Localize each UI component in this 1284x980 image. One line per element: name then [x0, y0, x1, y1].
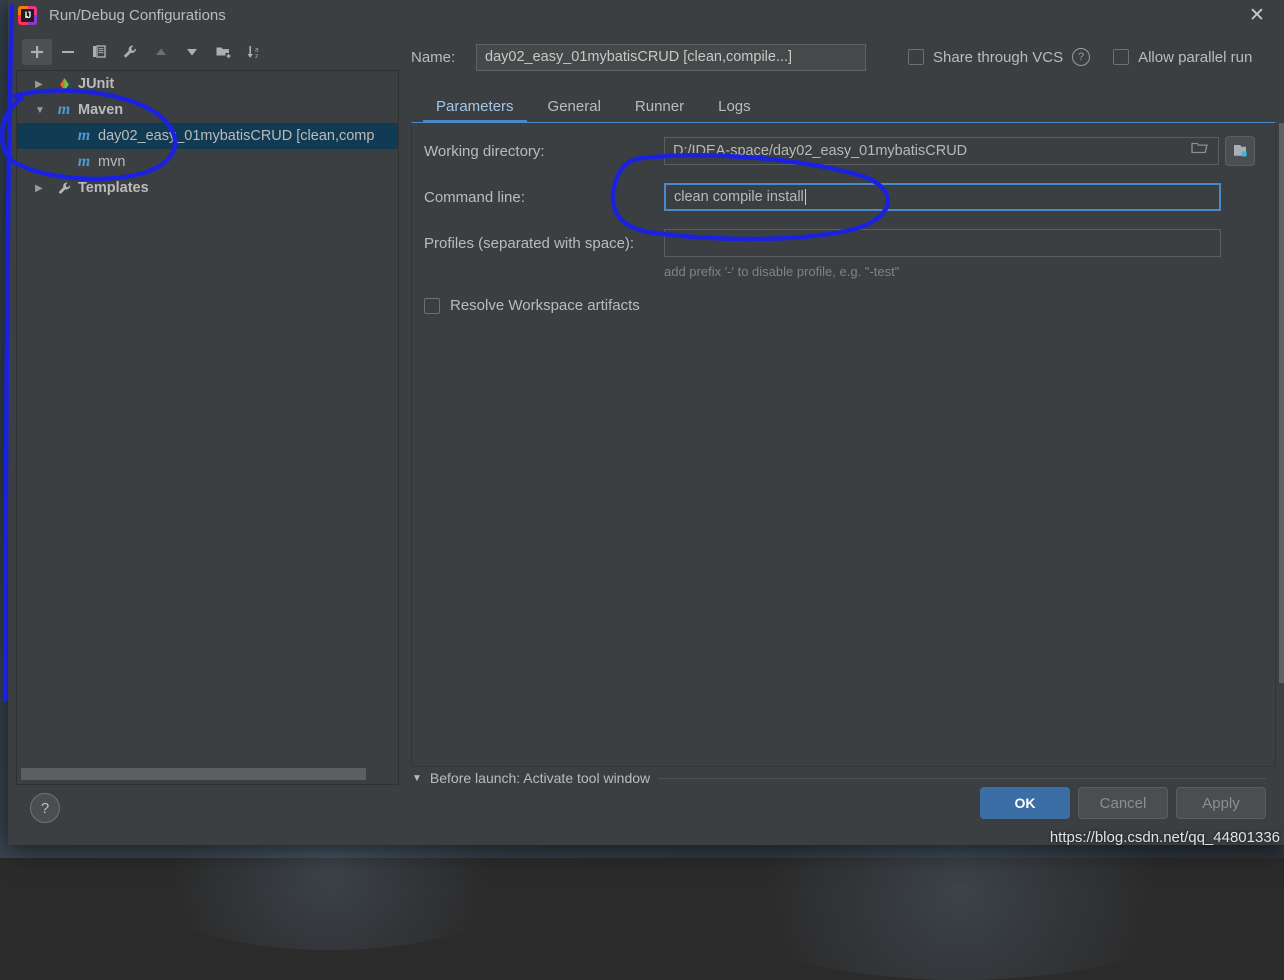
profiles-label: Profiles (separated with space): — [424, 234, 635, 252]
tree-node-templates[interactable]: ▶ Templates — [17, 175, 398, 201]
tab-runner[interactable]: Runner — [618, 98, 701, 123]
allow-parallel-run-checkbox[interactable] — [1113, 49, 1130, 65]
resolve-workspace-artifacts-checkbox[interactable] — [424, 297, 440, 314]
insert-macro-icon — [1233, 145, 1247, 157]
chevron-right-icon[interactable]: ▶ — [35, 183, 51, 194]
dialog-titlebar: IJ Run/Debug Configurations ✕ — [8, 0, 1284, 30]
chevron-right-icon[interactable]: ▶ — [35, 79, 51, 90]
command-line-value: clean compile install — [674, 189, 804, 205]
triangle-down-icon[interactable]: ▼ — [412, 773, 422, 784]
ok-button[interactable]: OK — [980, 787, 1070, 819]
name-row-options: Share through VCS ? Allow parallel run — [908, 48, 1252, 66]
working-directory-label: Working directory: — [424, 142, 545, 160]
maven-m-icon: m — [57, 101, 71, 118]
scrollbar-thumb[interactable] — [21, 768, 366, 780]
watermark-url: https://blog.csdn.net/qq_44801336 — [1049, 829, 1280, 846]
maven-m-icon: m — [77, 153, 91, 170]
tree-node-label: JUnit — [78, 76, 115, 92]
arrow-down-icon — [187, 49, 197, 56]
apply-button[interactable]: Apply — [1176, 787, 1266, 819]
remove-configuration-button[interactable] — [53, 39, 83, 65]
cancel-button[interactable]: Cancel — [1078, 787, 1168, 819]
folder-add-icon — [216, 47, 231, 59]
move-up-button[interactable] — [146, 39, 176, 65]
tree-node-day02-easy-01mybatiscrud[interactable]: m day02_easy_01mybatisCRUD [clean,comp — [17, 123, 398, 149]
sort-az-icon: a z — [247, 46, 259, 60]
tree-node-junit[interactable]: ▶ JUnit — [17, 71, 398, 97]
resolve-workspace-artifacts-row: Resolve Workspace artifacts — [412, 297, 1275, 314]
plus-icon — [31, 46, 43, 58]
new-folder-button[interactable] — [208, 39, 238, 65]
wrench-icon — [55, 181, 73, 196]
name-input[interactable]: day02_easy_01mybatisCRUD [clean,compile.… — [476, 43, 866, 71]
configuration-editor-pane: Name: day02_easy_01mybatisCRUD [clean,co… — [399, 36, 1284, 785]
wrench-icon — [123, 45, 137, 58]
tab-general[interactable]: General — [531, 98, 618, 123]
run-debug-configurations-dialog: IJ Run/Debug Configurations ✕ a z ▶ JUni… — [8, 0, 1284, 845]
tree-node-mvn[interactable]: m mvn — [17, 149, 398, 175]
tab-parameters[interactable]: Parameters — [419, 98, 531, 123]
maven-m-icon: m — [77, 127, 91, 144]
tree-node-label: day02_easy_01mybatisCRUD [clean,comp — [98, 128, 375, 144]
question-mark-icon[interactable]: ? — [1072, 48, 1091, 66]
working-directory-input[interactable]: D:/IDEA-space/day02_easy_01mybatisCRUD — [664, 137, 1219, 165]
tab-logs[interactable]: Logs — [701, 98, 768, 123]
share-through-vcs-checkbox[interactable] — [908, 49, 924, 65]
configurations-left-pane: a z ▶ JUnit ▼ m Maven m day02_easy_01myb… — [16, 36, 399, 785]
resolve-workspace-artifacts-label[interactable]: Resolve Workspace artifacts — [450, 297, 640, 314]
copy-configuration-button[interactable] — [84, 39, 114, 65]
allow-parallel-run-label[interactable]: Allow parallel run — [1138, 49, 1252, 66]
close-icon[interactable]: ✕ — [1240, 3, 1274, 27]
scrollbar-thumb[interactable] — [1279, 123, 1284, 683]
command-line-input[interactable]: clean compile install — [664, 183, 1221, 211]
profiles-hint: add prefix '-' to disable profile, e.g. … — [664, 264, 900, 279]
parameters-vertical-scrollbar[interactable] — [1279, 123, 1284, 723]
parameters-panel: Working directory: D:/IDEA-space/day02_e… — [411, 122, 1284, 767]
working-directory-row: Working directory: D:/IDEA-space/day02_e… — [412, 135, 1275, 167]
intellij-idea-logo-icon: IJ — [18, 5, 37, 25]
svg-text:z: z — [255, 53, 258, 60]
editor-tabs: Parameters General Runner Logs — [411, 85, 1276, 123]
sort-alphabetically-button[interactable]: a z — [239, 39, 269, 65]
text-caret — [804, 189, 806, 206]
help-button[interactable]: ? — [30, 793, 60, 823]
name-label: Name: — [411, 48, 456, 66]
insert-macro-button[interactable] — [1225, 136, 1255, 166]
tree-horizontal-scrollbar[interactable] — [21, 768, 394, 780]
folder-open-icon[interactable] — [1191, 138, 1208, 164]
dialog-action-buttons: OK Cancel Apply — [980, 787, 1266, 819]
move-down-button[interactable] — [177, 39, 207, 65]
profiles-input[interactable] — [664, 229, 1221, 257]
edit-templates-button[interactable] — [115, 39, 145, 65]
add-configuration-button[interactable] — [22, 39, 52, 65]
command-line-label: Command line: — [424, 188, 525, 206]
copy-icon — [93, 45, 106, 58]
tree-node-label: mvn — [98, 154, 126, 170]
tree-node-maven[interactable]: ▼ m Maven — [17, 97, 398, 123]
tree-toolbar: a z — [16, 36, 399, 68]
profiles-row: Profiles (separated with space): — [412, 227, 1275, 259]
dialog-title: Run/Debug Configurations — [49, 6, 226, 24]
dialog-body: a z ▶ JUnit ▼ m Maven m day02_easy_01myb… — [8, 30, 1284, 785]
configurations-tree[interactable]: ▶ JUnit ▼ m Maven m day02_easy_01mybatis… — [16, 70, 399, 785]
command-line-row: Command line: clean compile install — [412, 181, 1275, 213]
minus-icon — [62, 51, 74, 53]
working-directory-value: D:/IDEA-space/day02_easy_01mybatisCRUD — [673, 143, 968, 159]
tree-node-label: Templates — [78, 180, 149, 196]
junit-icon — [55, 77, 73, 92]
name-row: Name: day02_easy_01mybatisCRUD [clean,co… — [411, 41, 1276, 73]
tree-node-label: Maven — [78, 102, 124, 118]
arrow-up-icon — [156, 48, 166, 55]
share-through-vcs-label[interactable]: Share through VCS — [933, 49, 1063, 66]
section-divider — [658, 777, 1266, 779]
chevron-down-icon[interactable]: ▼ — [35, 105, 51, 116]
